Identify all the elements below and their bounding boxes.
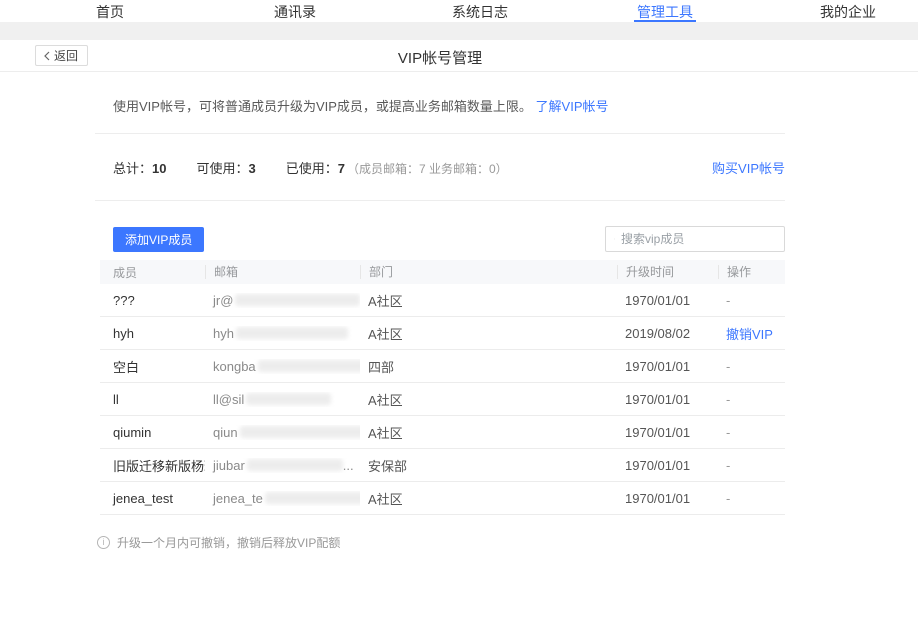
column-header-email: 邮箱 xyxy=(205,265,360,279)
member-department: 四部 xyxy=(360,357,617,376)
column-header-department: 部门 xyxy=(360,265,617,279)
nav-tab-system-log[interactable]: 系统日志 xyxy=(452,2,508,22)
nav-tab-home[interactable]: 首页 xyxy=(96,2,124,22)
nav-separator-strip xyxy=(0,22,918,40)
action-cell: - xyxy=(718,425,785,440)
member-name: jenea_test xyxy=(100,491,205,506)
add-vip-member-button[interactable]: 添加VIP成员 xyxy=(113,227,204,252)
footnote: i 升级一个月内可撤销，撤销后释放VIP配额 xyxy=(97,534,340,551)
intro-text-row: 使用VIP帐号，可将普通成员升级为VIP成员，或提高业务邮箱数量上限。 了解VI… xyxy=(113,96,609,115)
member-email: qiun xyxy=(205,425,360,440)
member-department: A社区 xyxy=(360,390,617,409)
search-input[interactable] xyxy=(621,232,776,246)
buy-vip-link[interactable]: 购买VIP帐号 xyxy=(712,158,785,177)
table-row: 旧版迁移新版杨珍 jiubar... 安保部 1970/01/01 - xyxy=(100,449,785,482)
action-cell: - xyxy=(718,491,785,506)
action-cell: - xyxy=(718,458,785,473)
stat-used: 已使用：7（成员邮箱：7 业务邮箱：0） xyxy=(286,158,508,177)
divider xyxy=(95,200,785,201)
table-row: ll ll@sil A社区 1970/01/01 - xyxy=(100,383,785,416)
member-name: ll xyxy=(100,392,205,407)
vip-members-table: 成员 邮箱 部门 升级时间 操作 ??? jr@ A社区 1970/01/01 … xyxy=(100,260,785,515)
member-department: A社区 xyxy=(360,324,617,343)
nav-tab-management-tools[interactable]: 管理工具 xyxy=(637,2,693,22)
member-email: jenea_te xyxy=(205,491,360,506)
stat-available: 可使用：3 xyxy=(196,158,255,177)
member-department: A社区 xyxy=(360,291,617,310)
intro-text: 使用VIP帐号，可将普通成员升级为VIP成员，或提高业务邮箱数量上限。 xyxy=(113,99,532,114)
upgrade-time: 1970/01/01 xyxy=(617,458,718,473)
redacted-email-blur xyxy=(258,360,360,372)
table-row: hyh hyh A社区 2019/08/02 撤销VIP xyxy=(100,317,785,350)
member-email: jr@ xyxy=(205,293,360,308)
search-icon xyxy=(614,233,615,245)
footnote-text: 升级一个月内可撤销，撤销后释放VIP配额 xyxy=(117,534,340,551)
redacted-email-blur xyxy=(240,426,360,438)
action-cell: - xyxy=(718,392,785,407)
action-cell: - xyxy=(718,293,785,308)
redacted-email-blur xyxy=(247,459,343,471)
stat-total: 总计：10 xyxy=(113,158,166,177)
stat-used-detail: （成员邮箱：7 业务邮箱：0） xyxy=(347,162,508,176)
title-bar: 返回 VIP帐号管理 xyxy=(0,40,918,72)
redacted-email-blur xyxy=(236,327,348,339)
member-email: jiubar... xyxy=(205,458,360,473)
nav-tab-my-enterprise[interactable]: 我的企业 xyxy=(820,2,876,22)
vip-account-management-page: 首页 通讯录 系统日志 管理工具 我的企业 返回 VIP帐号管理 使用VIP帐号… xyxy=(0,0,918,623)
upgrade-time: 2019/08/02 xyxy=(617,326,718,341)
table-row: 空白 kongba 四部 1970/01/01 - xyxy=(100,350,785,383)
member-name: 旧版迁移新版杨珍 xyxy=(100,456,205,475)
member-department: A社区 xyxy=(360,423,617,442)
redacted-email-blur xyxy=(235,294,360,306)
nav-tab-contacts[interactable]: 通讯录 xyxy=(274,2,316,22)
redacted-email-blur xyxy=(265,492,360,504)
upgrade-time: 1970/01/01 xyxy=(617,392,718,407)
divider xyxy=(95,133,785,134)
action-cell: - xyxy=(718,359,785,374)
upgrade-time: 1970/01/01 xyxy=(617,293,718,308)
table-header: 成员 邮箱 部门 升级时间 操作 xyxy=(100,260,785,284)
table-row: ??? jr@ A社区 1970/01/01 - xyxy=(100,284,785,317)
table-row: jenea_test jenea_te A社区 1970/01/01 - xyxy=(100,482,785,515)
top-nav: 首页 通讯录 系统日志 管理工具 我的企业 xyxy=(0,0,918,22)
info-icon: i xyxy=(97,536,110,549)
quota-stats: 总计：10 可使用：3 已使用：7（成员邮箱：7 业务邮箱：0） xyxy=(113,158,538,177)
search-box[interactable] xyxy=(605,226,785,252)
upgrade-time: 1970/01/01 xyxy=(617,425,718,440)
column-header-action: 操作 xyxy=(718,265,785,279)
column-header-upgrade-time: 升级时间 xyxy=(617,265,718,279)
upgrade-time: 1970/01/01 xyxy=(617,359,718,374)
member-department: A社区 xyxy=(360,489,617,508)
member-department: 安保部 xyxy=(360,456,617,475)
redacted-email-blur xyxy=(246,393,331,405)
member-name: ??? xyxy=(100,293,205,308)
table-row: qiumin qiun A社区 1970/01/01 - xyxy=(100,416,785,449)
revoke-vip-link[interactable]: 撤销VIP xyxy=(718,324,785,343)
column-header-member: 成员 xyxy=(100,264,205,281)
member-name: 空白 xyxy=(100,357,205,376)
member-name: hyh xyxy=(100,326,205,341)
member-email: ll@sil xyxy=(205,392,360,407)
member-name: qiumin xyxy=(100,425,205,440)
learn-vip-link[interactable]: 了解VIP帐号 xyxy=(536,99,609,114)
upgrade-time: 1970/01/01 xyxy=(617,491,718,506)
member-email: kongba xyxy=(205,359,360,374)
page-title: VIP帐号管理 xyxy=(0,47,880,68)
member-email: hyh xyxy=(205,326,360,341)
